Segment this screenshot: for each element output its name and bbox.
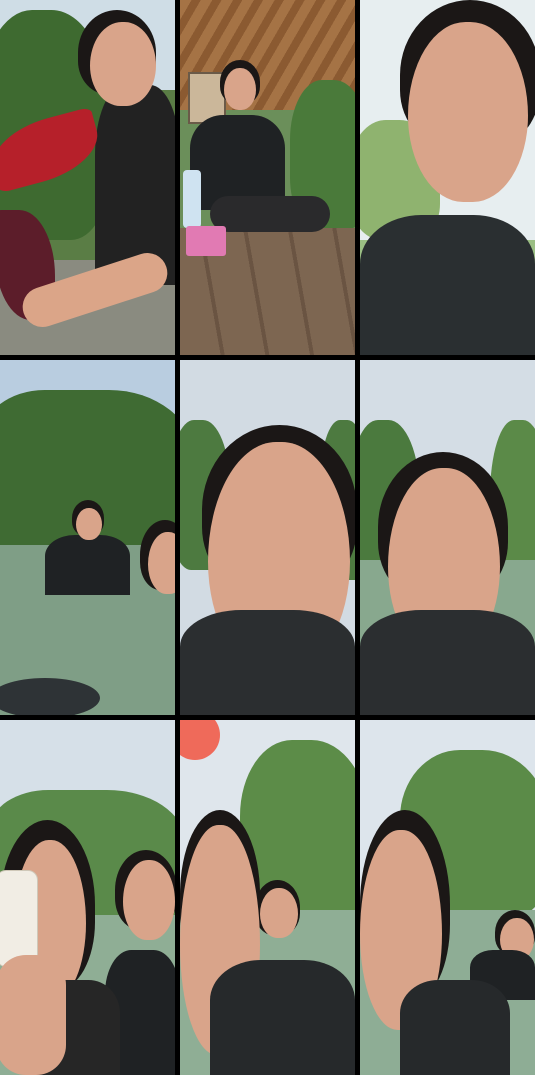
lens-flare	[180, 720, 220, 760]
collage-photo-6	[360, 360, 535, 715]
legs	[210, 196, 330, 232]
face	[76, 508, 102, 540]
collage-photo-2	[180, 0, 355, 355]
wet-black-tshirt	[210, 960, 355, 1075]
face	[90, 22, 156, 106]
wet-black-tshirt	[360, 610, 535, 715]
photo-collage-grid	[0, 0, 535, 1075]
collage-photo-8	[180, 720, 355, 1075]
collage-photo-4	[0, 360, 175, 715]
collage-photo-5	[180, 360, 355, 715]
smartphone	[0, 870, 38, 967]
face-friend	[260, 888, 298, 938]
pink-bowl	[186, 226, 226, 256]
face-friend	[123, 860, 175, 940]
inner-tube	[0, 678, 100, 715]
collage-photo-1	[0, 0, 175, 355]
black-tshirt	[45, 535, 130, 595]
collage-photo-3	[360, 0, 535, 355]
face	[408, 22, 528, 202]
wet-black-tshirt	[400, 980, 510, 1075]
wet-black-tshirt	[180, 610, 355, 715]
black-tshirt	[360, 215, 535, 355]
collage-photo-7	[0, 720, 175, 1075]
water-bottle	[183, 170, 201, 228]
hand	[0, 955, 66, 1075]
face	[224, 68, 256, 110]
collage-photo-9	[360, 720, 535, 1075]
